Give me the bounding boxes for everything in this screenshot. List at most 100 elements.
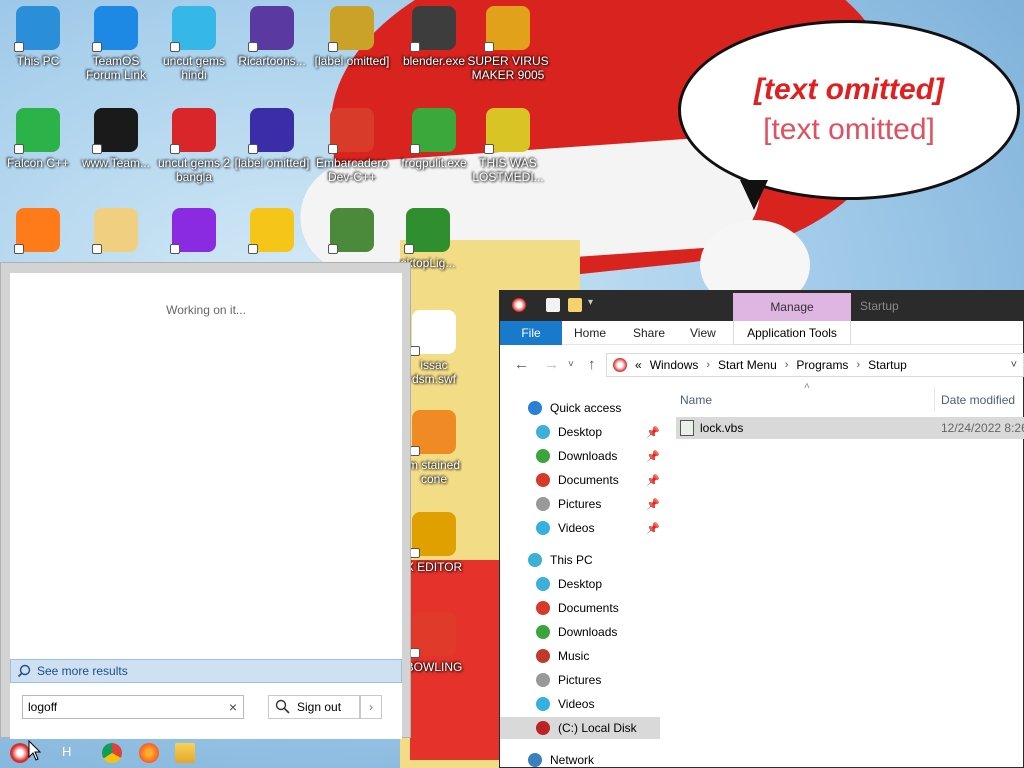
tab-file[interactable]: File [500, 321, 562, 345]
desktop-icon[interactable] [0, 208, 80, 256]
desktop-icon[interactable]: THIS WAS LOSTMEDI... [466, 108, 550, 184]
desktop-icon[interactable] [152, 208, 236, 256]
desktop-icon[interactable] [230, 208, 314, 256]
nav-quick-documents[interactable]: Documents 📌 [500, 469, 660, 491]
address-dropdown-icon[interactable]: ˅ [1011, 359, 1017, 371]
clear-search-icon[interactable]: × [229, 699, 237, 715]
desktop-icon[interactable]: Falcon C++ [0, 108, 80, 170]
search-input[interactable] [28, 700, 208, 714]
desktop-icon[interactable] [74, 208, 158, 256]
pin-icon: 📌 [646, 522, 660, 535]
recent-locations-icon[interactable]: ˅ [568, 359, 574, 370]
see-more-results-button[interactable]: See more results [10, 659, 402, 683]
up-arrow-icon[interactable]: ↑ [588, 356, 596, 373]
nav-pc-c-local-disk[interactable]: (C:) Local Disk [500, 717, 660, 739]
nav-pc-pictures[interactable]: Pictures [500, 669, 660, 691]
chrome-icon[interactable] [102, 743, 122, 763]
nav-quick-access[interactable]: Quick access [500, 397, 660, 419]
column-name[interactable]: Name [680, 393, 712, 407]
breadcrumb-start-menu[interactable]: Start Menu [718, 358, 777, 372]
nav-quick-videos[interactable]: Videos 📌 [500, 517, 660, 539]
nav-quick-downloads[interactable]: Downloads 📌 [500, 445, 660, 467]
breadcrumb-windows[interactable]: Windows [650, 358, 699, 372]
sign-out-button[interactable]: Sign out [268, 695, 360, 719]
hex-editor-icon [410, 512, 456, 558]
dog-icon [92, 208, 138, 254]
nav-pc-music[interactable]: Music [500, 645, 660, 667]
cd-icon [328, 6, 374, 52]
shortcut-arrow-icon [92, 244, 102, 254]
desktop-icon[interactable]: uncut gems hindi [152, 6, 236, 82]
back-arrow-icon[interactable]: ← [514, 356, 529, 373]
gem-ring-icon [170, 208, 216, 254]
tab-manage[interactable]: Manage [733, 293, 851, 321]
properties-icon[interactable] [546, 298, 560, 312]
case-icon [484, 6, 530, 52]
desktop-icon-label: blender.exe [402, 54, 466, 68]
desktop-icon[interactable]: [label omitted] [310, 6, 394, 68]
address-bar[interactable]: « Windows › Start Menu › Programs › Star… [606, 353, 1024, 377]
breadcrumb-overflow[interactable]: « [635, 358, 642, 372]
nav-pc-desktop[interactable]: Desktop [500, 573, 660, 595]
desktop-icon[interactable] [310, 208, 394, 256]
desktop-icon[interactable]: Ricartoons... [230, 6, 314, 68]
blocks-icon [484, 108, 530, 154]
address-bar-row: ← → ˅ ↑ « Windows › Start Menu › Program… [500, 349, 1024, 381]
pin-icon: 📌 [646, 474, 660, 487]
shortcut-arrow-icon [248, 244, 258, 254]
search-input-box[interactable]: × [22, 695, 244, 719]
pc-c-local-disk-icon [536, 721, 550, 735]
forward-arrow-icon[interactable]: → [544, 356, 559, 373]
firefox-icon[interactable] [139, 743, 159, 763]
desktop-icon-label: frogpulit.exe [401, 156, 467, 170]
desktop-icon[interactable]: blender.exe [392, 6, 476, 68]
nav-pc-downloads[interactable]: Downloads [500, 621, 660, 643]
nav-network[interactable]: Network [500, 749, 660, 768]
shortcut-arrow-icon [14, 42, 24, 52]
nav-label: (C:) Local Disk [558, 721, 637, 735]
file-row[interactable]: lock.vbs 12/24/2022 8:26 [676, 417, 1024, 439]
desktop-icon-label: Embarcadero Dev-C++ [315, 156, 389, 184]
shortcut-arrow-icon [14, 244, 24, 254]
nav-pc-documents[interactable]: Documents [500, 597, 660, 619]
desktop-icon[interactable]: uncut gems 2 bangla [152, 108, 236, 184]
file-explorer-icon[interactable] [175, 743, 195, 763]
nav-quick-desktop[interactable]: Desktop 📌 [500, 421, 660, 443]
desktop-icon[interactable]: frogpulit.exe [392, 108, 476, 170]
desktop-icon-label: Ricartoons... [238, 54, 306, 68]
column-divider[interactable] [934, 387, 935, 411]
desktop-icon[interactable]: This PC [0, 6, 80, 68]
breadcrumb-separator-icon[interactable]: › [785, 359, 789, 371]
column-date-modified[interactable]: Date modified [941, 393, 1015, 407]
tab-view[interactable]: View [690, 326, 716, 340]
nav-pc-videos[interactable]: Videos [500, 693, 660, 715]
customize-toolbar-icon[interactable]: ▾ [588, 297, 593, 308]
breadcrumb-programs[interactable]: Programs [796, 358, 848, 372]
breadcrumb-startup[interactable]: Startup [868, 358, 907, 372]
file-explorer-window: ▾ Manage Startup File Home Share View Ap… [499, 290, 1024, 768]
shortcut-arrow-icon [410, 144, 420, 154]
tab-home[interactable]: Home [574, 326, 606, 340]
desktop-icon[interactable]: TeamOS Forum Link [74, 6, 158, 82]
location-icon [613, 358, 627, 372]
desktop-icon[interactable]: Embarcadero Dev-C++ [310, 108, 394, 184]
desktop-icon[interactable]: sktopLig... [386, 208, 470, 270]
new-folder-icon[interactable] [568, 298, 582, 312]
chevron-right-icon[interactable]: › [360, 695, 382, 719]
nav-this-pc[interactable]: This PC [500, 549, 660, 571]
start-button-icon[interactable] [10, 743, 30, 763]
desktop-icon[interactable]: SUPER VIRUS MAKER 9005 [466, 6, 550, 82]
breadcrumb-separator-icon[interactable]: › [856, 359, 860, 371]
tab-share[interactable]: Share [633, 326, 665, 340]
desktop-icon[interactable]: www.Team... [74, 108, 158, 170]
quick-access-icon [528, 401, 542, 415]
desktop-icon[interactable]: [label omitted] [230, 108, 314, 170]
pc-music-icon [536, 649, 550, 663]
tab-application-tools[interactable]: Application Tools [733, 321, 851, 345]
bubble-text-line-1: [text omitted] [754, 73, 944, 106]
speech-bubble-tail [740, 180, 768, 210]
breadcrumb-separator-icon[interactable]: › [706, 359, 710, 371]
nav-quick-pictures[interactable]: Pictures 📌 [500, 493, 660, 515]
ribbon-tabs: File Home Share View Application Tools [500, 321, 1023, 345]
navigation-pane: Quick access Desktop 📌 Downloads 📌 Documents 📌… [500, 397, 676, 768]
